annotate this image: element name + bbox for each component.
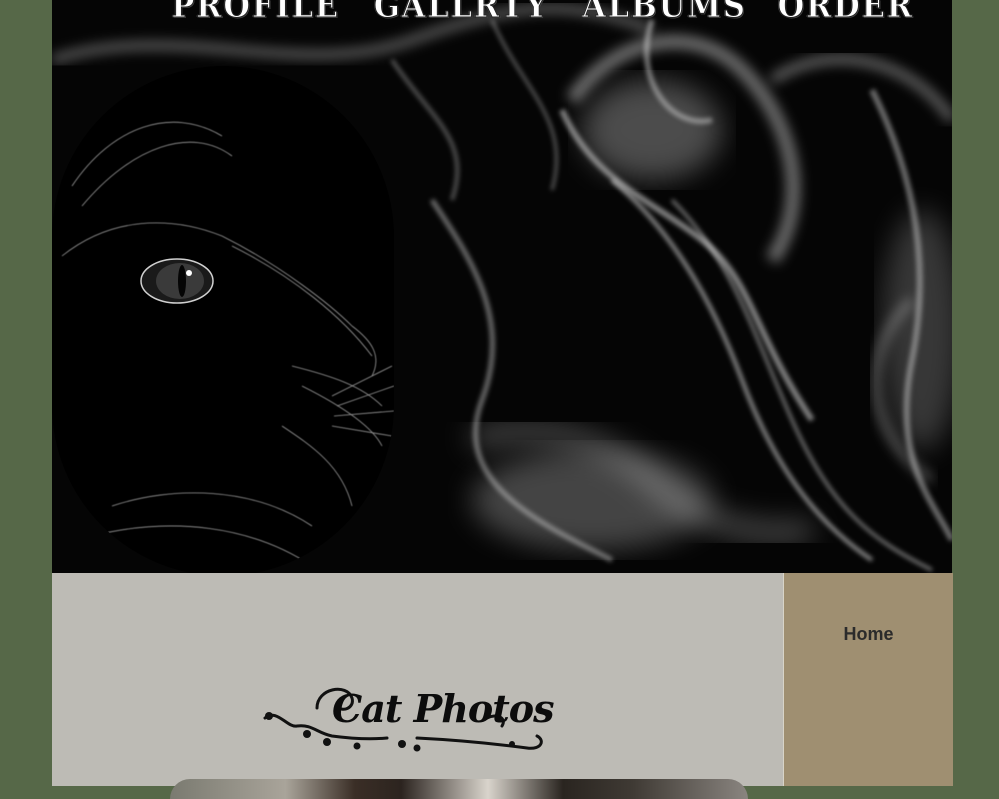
sidebar: Home <box>783 573 953 786</box>
nav-gallery[interactable]: GALLRTY <box>373 0 549 27</box>
hero-banner: PROFILE GALLRTY ALBUMS ORDER <box>52 0 952 573</box>
main-content: Cat Photos <box>52 573 783 799</box>
cat-photos-title: Cat Photos <box>257 678 555 758</box>
page-title: Cat Photos <box>332 686 555 731</box>
cat-portrait <box>52 66 394 573</box>
nav-profile[interactable]: PROFILE <box>171 0 340 27</box>
main-nav: PROFILE GALLRTY ALBUMS ORDER <box>162 0 922 27</box>
nav-albums[interactable]: ALBUMS <box>582 0 747 27</box>
sidebar-home-link[interactable]: Home <box>784 624 953 645</box>
page-container: PROFILE GALLRTY ALBUMS ORDER Cat Photos … <box>52 0 953 799</box>
photo-carousel[interactable] <box>170 779 748 799</box>
nav-order[interactable]: ORDER <box>778 0 914 27</box>
black-cat-icon <box>61 121 394 567</box>
